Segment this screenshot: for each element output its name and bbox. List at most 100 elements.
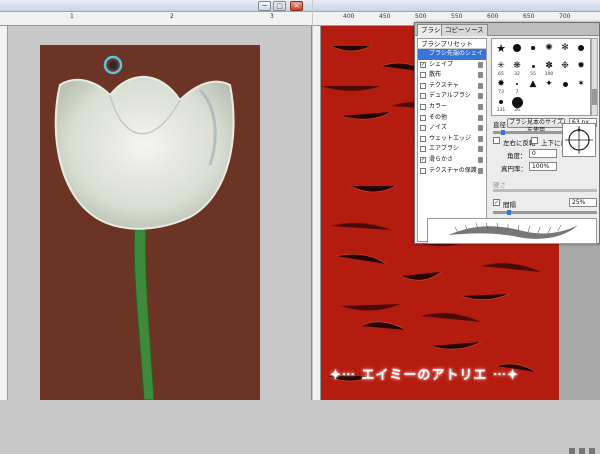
tip-grid-scrollbar[interactable] [591,38,598,116]
vertical-ruler [0,26,8,400]
roundness-input[interactable]: 100% [529,162,557,171]
delete-icon[interactable] [589,448,595,454]
tab-clone-source[interactable]: コピーソース [441,24,488,36]
flip-x-checkbox[interactable] [493,137,500,144]
checkbox-icon[interactable] [420,125,426,132]
brush-tip[interactable]: ✻ [558,41,572,55]
brush-tip[interactable]: ★ [494,41,508,55]
lock-icon[interactable] [478,125,483,132]
slider-knob[interactable] [507,210,511,215]
brush-tip[interactable]: 36 [510,95,524,113]
checkbox-icon[interactable] [420,135,426,142]
lock-icon[interactable] [478,167,483,174]
list-item-label: ウェットエッジ [429,134,472,142]
brush-tip[interactable]: ✶ [574,77,588,91]
brush-tip[interactable] [510,41,524,55]
use-sample-size-button[interactable]: ブラシ見本のサイズを使用 [507,118,565,134]
checkbox-icon[interactable] [420,72,426,79]
spacing-checkbox-checked-icon[interactable]: ✓ [493,199,500,206]
list-item-dual-brush[interactable]: デュアルブラシ [418,91,486,102]
brush-tip[interactable] [574,41,588,55]
panel-options-icon[interactable] [579,448,585,454]
spacing-slider[interactable] [493,210,597,215]
list-item-color[interactable]: カラー [418,102,486,113]
lock-icon[interactable] [478,156,483,163]
hardness-slider[interactable] [493,189,597,192]
right-window-titlebar[interactable] [313,0,600,12]
lock-icon[interactable] [478,146,483,153]
brush-tip[interactable]: 7 [510,77,524,95]
list-item-airbrush[interactable]: エアブラシ [418,144,486,155]
checkbox-icon[interactable] [420,93,426,100]
list-item-other[interactable]: その他 [418,113,486,124]
checkbox-icon[interactable] [420,167,426,174]
list-item-noise[interactable]: ノイズ [418,123,486,134]
list-item-label: テクスチャの保護 [429,166,477,174]
checkbox-icon[interactable] [420,114,426,121]
list-item-label: 散布 [429,71,442,79]
panel-bottom-bar [415,235,599,454]
spacing-input[interactable]: 25% [569,198,597,207]
list-item-label: シェイプ [429,60,454,68]
left-document-window: ─ □ ✕ 1 2 3 [0,0,312,401]
brush-tip[interactable]: 55 [526,59,540,77]
list-item-brush-tip-shape[interactable]: ブラシ先端のシェイプ [418,49,486,67]
lock-icon[interactable] [478,72,483,79]
brush-tip[interactable] [558,77,572,91]
ruler-label: 400 [343,13,355,20]
list-item-protect-texture[interactable]: テクスチャの保護 [418,166,486,177]
tip-size-label: 36 [514,108,520,113]
list-item-label: 滑らかさ [429,155,454,163]
slider-knob[interactable] [501,130,505,135]
left-window-titlebar[interactable]: ─ □ ✕ [0,0,312,12]
lock-icon[interactable] [478,135,483,142]
brush-tip[interactable]: ✺ [542,41,556,55]
angle-input[interactable]: 0 [529,149,557,158]
checkbox-icon[interactable] [420,82,426,89]
brush-tip[interactable]: ❉ [558,59,572,73]
ruler-label: 650 [523,13,535,20]
lock-icon[interactable] [478,61,483,68]
list-item-label: カラー [429,102,448,110]
list-item-smoothing[interactable]: ✓ 滑らかさ [418,155,486,166]
list-item-shape-dynamics[interactable]: ✓ シェイプ [418,60,486,71]
lock-icon[interactable] [478,103,483,110]
ruler-label: 2 [170,13,174,20]
spacing-label: 間隔 [503,201,516,209]
flower-canvas[interactable] [40,45,260,401]
brush-tip[interactable]: ✳ 65 [494,59,508,77]
brush-tip[interactable]: ✹ [574,59,588,73]
list-item-wet-edges[interactable]: ウェットエッジ [418,134,486,145]
new-preset-icon[interactable] [569,448,575,454]
lock-icon[interactable] [478,82,483,89]
maximize-button[interactable]: □ [273,1,286,11]
checkbox-checked-icon[interactable]: ✓ [420,156,426,163]
brush-tip[interactable]: ✽ 100 [542,59,556,77]
lock-icon[interactable] [478,93,483,100]
brush-tip[interactable]: ▲ [526,77,540,91]
minimize-button[interactable]: ─ [258,1,271,11]
crosshair-icon [565,126,593,154]
list-item-label: ノイズ [429,124,447,132]
close-button[interactable]: ✕ [290,1,303,11]
ruler-label: 3 [270,13,274,20]
angle-label: 角度： [507,152,527,160]
checkbox-icon[interactable] [420,146,426,153]
checkbox-icon[interactable] [420,103,426,110]
vertical-ruler [313,26,321,400]
list-item-scattering[interactable]: 散布 [418,70,486,81]
size-slider[interactable] [493,130,563,135]
brush-tip[interactable] [526,41,540,55]
brush-tip[interactable]: 131 [494,95,508,113]
lock-icon[interactable] [478,114,483,121]
list-item-texture[interactable]: テクスチャ [418,81,486,92]
angle-roundness-widget[interactable] [562,123,596,157]
scrollbar-thumb[interactable] [592,89,597,105]
brush-tip[interactable]: ✦ [542,77,556,91]
checkbox-checked-icon[interactable]: ✓ [420,61,426,68]
flip-y-checkbox[interactable] [531,137,538,144]
brush-tip[interactable]: ❋ 32 [510,59,524,77]
brush-presets-button[interactable]: ブラシプリセット [418,39,486,49]
list-item-label: デュアルブラシ [429,92,471,100]
brush-tip[interactable]: ✸ 73 [494,77,508,95]
